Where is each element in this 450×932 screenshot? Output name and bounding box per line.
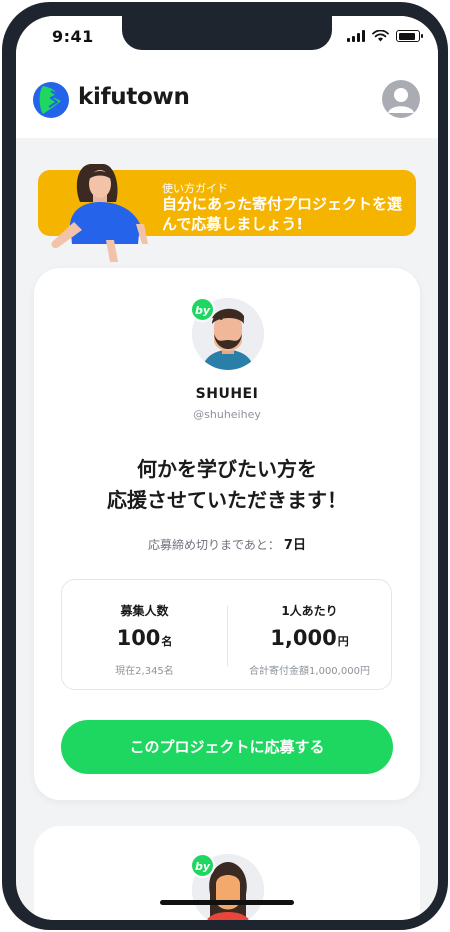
guide-text: 自分にあった寄付プロジェクトを選んで応募しましょう!	[162, 195, 403, 233]
organizer-handle[interactable]: @shuheihey	[34, 408, 420, 421]
project-stats: 募集人数 100名 現在2,345名 1人あたり 1,000円 合計寄付金額1,…	[61, 579, 392, 690]
phone-notch	[122, 16, 332, 50]
deadline: 応募締め切りまであと： 7日	[34, 534, 420, 553]
wifi-icon	[372, 30, 389, 42]
per-person-value: 1,000円	[270, 626, 349, 650]
recruit-stat: 募集人数 100名 現在2,345名	[62, 580, 227, 691]
app-screen: 9:41 kifutown 使い方ガイド 自分にあった寄付プロジェクトを選んで応…	[16, 16, 438, 920]
signal-icon	[347, 30, 365, 42]
guide-woman-illustration	[51, 164, 148, 262]
battery-icon	[396, 30, 423, 42]
per-person-label: 1人あたり	[281, 604, 338, 618]
battery-fill	[398, 32, 415, 40]
user-icon[interactable]	[382, 80, 420, 118]
logo-text[interactable]: kifutown	[78, 84, 190, 110]
project-card: by SHUHEI @shuheihey 何かを学びたい方を 応援させていただき…	[34, 268, 420, 800]
per-person-stat: 1人あたり 1,000円 合計寄付金額1,000,000円	[227, 580, 392, 691]
phone-mockup: 9:41 kifutown 使い方ガイド 自分にあった寄付プロジェクトを選んで応…	[0, 0, 450, 932]
deadline-label: 応募締め切りまであと：	[148, 538, 280, 552]
project-title: 何かを学びたい方を 応援させていただきます！	[34, 454, 420, 516]
home-indicator	[160, 900, 294, 905]
project-card-next: by	[34, 826, 420, 920]
organizer-name: SHUHEI	[195, 386, 259, 402]
status-time: 9:41	[52, 27, 94, 46]
project-title-line1: 何かを学びたい方を	[137, 457, 317, 481]
by-badge: by	[190, 297, 215, 322]
deadline-value: 7日	[283, 538, 306, 553]
recruit-current: 現在2,345名	[115, 666, 174, 677]
logo-icon[interactable]	[33, 82, 69, 118]
recruit-value: 100名	[116, 626, 173, 650]
status-icons	[347, 30, 423, 42]
by-badge: by	[190, 853, 215, 878]
app-header: kifutown	[16, 60, 438, 138]
recruit-label: 募集人数	[120, 604, 169, 618]
total-amount: 合計寄付金額1,000,000円	[249, 666, 370, 677]
phone-frame: 9:41 kifutown 使い方ガイド 自分にあった寄付プロジェクトを選んで応…	[2, 2, 448, 930]
project-title-line2: 応援させていただきます！	[107, 488, 347, 512]
apply-button[interactable]: このプロジェクトに応募する	[61, 720, 393, 774]
